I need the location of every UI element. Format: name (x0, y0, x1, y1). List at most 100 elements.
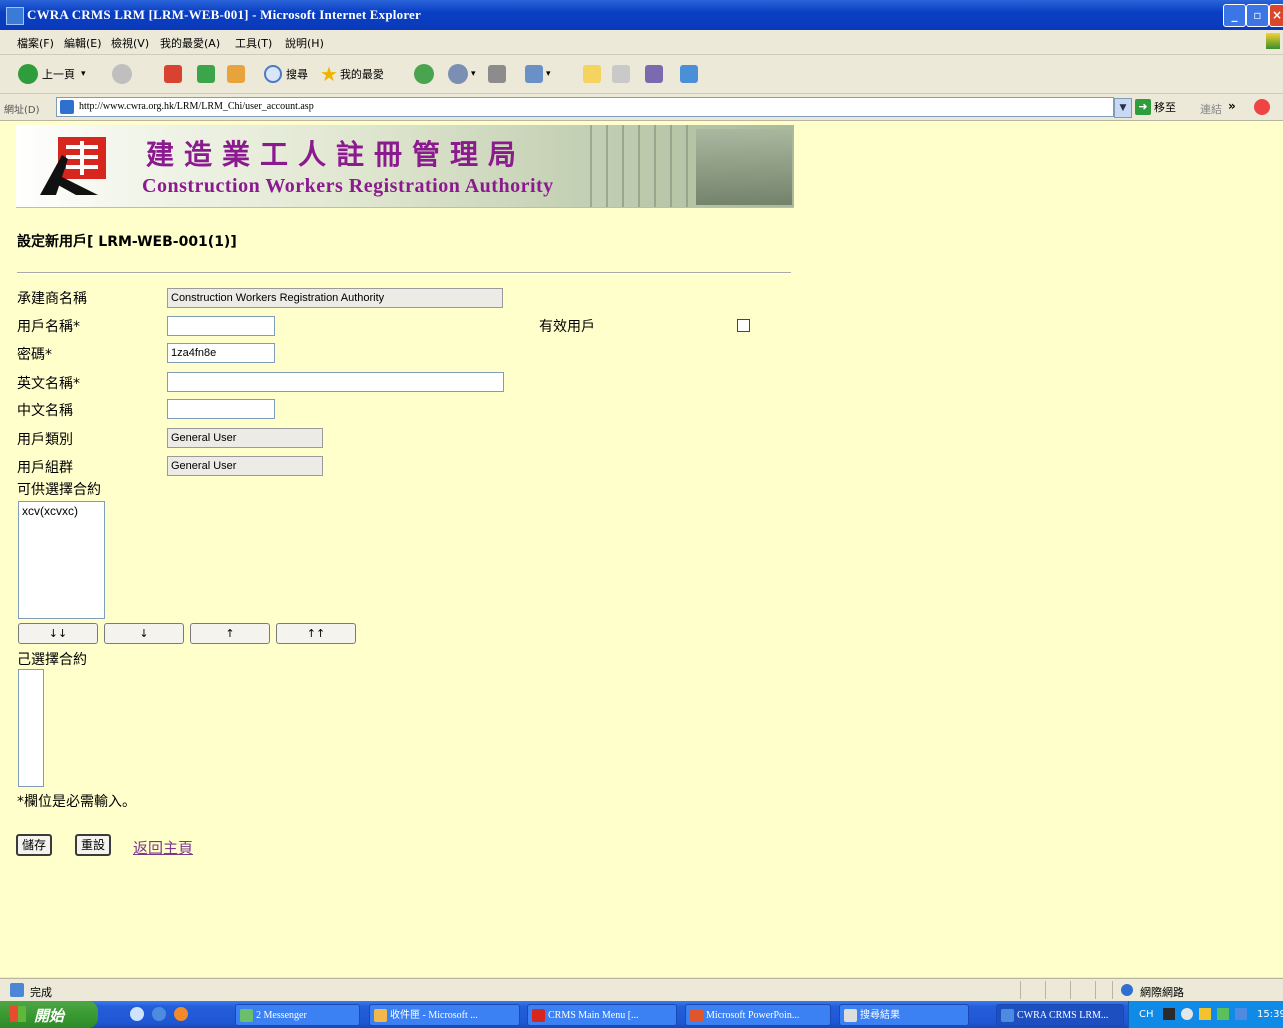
quicklaunch-ie-icon[interactable] (152, 1007, 166, 1021)
search-button[interactable]: 搜尋 (264, 63, 308, 85)
mail-button[interactable]: ▾ (448, 63, 476, 85)
move-all-down-button[interactable]: ↓↓ (18, 623, 98, 644)
menu-edit[interactable]: 編輯(E) (64, 35, 102, 51)
status-text: 完成 (30, 986, 52, 999)
forward-arrow-icon (112, 64, 132, 84)
task-search-results[interactable]: 搜尋結果 (839, 1004, 969, 1026)
address-dropdown-icon[interactable]: ▼ (1114, 98, 1132, 118)
links-more-icon[interactable]: » (1228, 99, 1236, 113)
contacts-button[interactable] (680, 63, 698, 85)
security-zone: 網際網路 (1140, 986, 1184, 999)
task-powerpoint[interactable]: Microsoft PowerPoin... (685, 1004, 831, 1026)
folder-button[interactable] (583, 63, 601, 85)
back-dropdown-icon[interactable]: ▾ (81, 69, 86, 79)
chinese-name-label: 中文名稱 (17, 403, 73, 419)
close-button[interactable]: × (1269, 4, 1283, 27)
quicklaunch-outlook-icon[interactable] (174, 1007, 188, 1021)
maximize-button[interactable]: ▫ (1246, 4, 1269, 27)
menu-bar: 檔案(F) 編輯(E) 檢視(V) 我的最愛(A) 工具(T) 說明(H) (0, 30, 1283, 55)
keyboard-icon[interactable] (1163, 1008, 1175, 1020)
address-input[interactable]: http://www.cwra.org.hk/LRM/LRM_Chi/user_… (56, 97, 1114, 117)
edit-button[interactable]: ▾ (525, 63, 551, 85)
task-label: Microsoft PowerPoin... (706, 1010, 800, 1021)
volume-icon[interactable] (1199, 1008, 1211, 1020)
forward-button[interactable] (112, 63, 132, 85)
move-all-up-button[interactable]: ↑↑ (276, 623, 356, 644)
stop-button[interactable] (164, 63, 182, 85)
address-label: 網址(D) (4, 105, 40, 116)
refresh-icon (197, 65, 215, 83)
tray-app-icon[interactable] (1235, 1008, 1247, 1020)
crms-task-icon (532, 1009, 545, 1022)
reset-button[interactable]: 重設 (75, 834, 112, 856)
username-input[interactable] (167, 316, 275, 336)
search-results-task-icon (844, 1009, 857, 1022)
menu-tools[interactable]: 工具(T) (235, 35, 272, 51)
print-icon (488, 65, 506, 83)
links-label[interactable]: 連結 (1200, 101, 1222, 117)
password-input[interactable]: 1za4fn8e (167, 343, 275, 363)
user-group-field: General User (167, 456, 323, 476)
quicklaunch-desktop-icon[interactable] (130, 1007, 144, 1021)
task-label: 2 Messenger (256, 1010, 307, 1021)
address-url[interactable]: http://www.cwra.org.hk/LRM/LRM_Chi/user_… (79, 101, 314, 112)
move-up-button[interactable]: ↑ (190, 623, 270, 644)
language-indicator[interactable]: CH (1139, 1009, 1154, 1020)
contacts-icon (680, 65, 698, 83)
messenger-toolbar-button[interactable] (645, 63, 663, 85)
status-divider (1020, 981, 1021, 999)
list-item[interactable]: xcv(xcvxc) (19, 502, 104, 520)
back-arrow-icon (18, 64, 38, 84)
task-label: 收件匣 - Microsoft ... (390, 1010, 478, 1021)
powerpoint-task-icon (690, 1009, 703, 1022)
network-icon[interactable] (1181, 1008, 1193, 1020)
system-tray: CH 15:39 (1128, 1001, 1283, 1028)
back-button[interactable]: 上一頁 ▾ (18, 63, 86, 85)
active-user-checkbox[interactable] (737, 319, 750, 332)
user-type-field: General User (167, 428, 323, 448)
go-button[interactable]: ➜ 移至 (1135, 99, 1176, 115)
print-button[interactable] (488, 63, 506, 85)
edit-dropdown-icon[interactable]: ▾ (546, 69, 551, 79)
english-name-input[interactable] (167, 372, 504, 392)
username-label: 用戶名稱* (17, 319, 80, 335)
toolbar: 上一頁 ▾ 搜尋 ★ 我的最愛 ▾ ▾ (0, 55, 1283, 94)
extension-icon[interactable] (1254, 99, 1270, 115)
task-inbox[interactable]: 收件匣 - Microsoft ... (369, 1004, 520, 1026)
move-down-button[interactable]: ↓ (104, 623, 184, 644)
history-button[interactable] (414, 63, 434, 85)
research-button[interactable] (612, 63, 630, 85)
messenger-tray-icon[interactable] (1217, 1008, 1229, 1020)
star-icon: ★ (320, 62, 338, 86)
banner-title-en: Construction Workers Registration Author… (142, 175, 554, 197)
mail-dropdown-icon[interactable]: ▾ (471, 69, 476, 79)
minimize-button[interactable]: _ (1223, 4, 1246, 27)
menu-favorites[interactable]: 我的最愛(A) (160, 35, 220, 51)
clock[interactable]: 15:39 (1257, 1009, 1283, 1020)
selected-contracts-label: 己選擇合約 (17, 652, 87, 668)
menu-help[interactable]: 說明(H) (285, 35, 324, 51)
available-contracts-list[interactable]: xcv(xcvxc) (18, 501, 105, 619)
window-title-bar[interactable]: CWRA CRMS LRM [LRM-WEB-001] - Microsoft … (0, 0, 1283, 30)
user-type-label: 用戶類別 (17, 432, 73, 448)
active-user-label: 有效用戶 (539, 319, 595, 335)
status-divider (1112, 981, 1113, 999)
refresh-button[interactable] (197, 63, 215, 85)
research-icon (612, 65, 630, 83)
task-crms-main-menu[interactable]: CRMS Main Menu [... (527, 1004, 677, 1026)
ie-app-icon (6, 7, 24, 25)
menu-view[interactable]: 檢視(V) (111, 35, 149, 51)
home-icon (227, 65, 245, 83)
task-messenger[interactable]: 2 Messenger (235, 1004, 360, 1026)
task-cwra-crms-lrm[interactable]: CWRA CRMS LRM... (996, 1004, 1124, 1026)
save-button[interactable]: 儲存 (16, 834, 53, 856)
windows-logo-icon (1266, 33, 1280, 49)
favorites-button[interactable]: ★ 我的最愛 (320, 62, 384, 86)
chinese-name-input[interactable] (167, 399, 275, 419)
page-icon (60, 100, 74, 114)
selected-contracts-list[interactable] (18, 669, 44, 787)
home-button[interactable] (227, 63, 245, 85)
start-button[interactable]: 開始 (0, 1001, 98, 1028)
back-home-link[interactable]: 返回主頁 (133, 837, 193, 858)
menu-file[interactable]: 檔案(F) (17, 35, 54, 51)
